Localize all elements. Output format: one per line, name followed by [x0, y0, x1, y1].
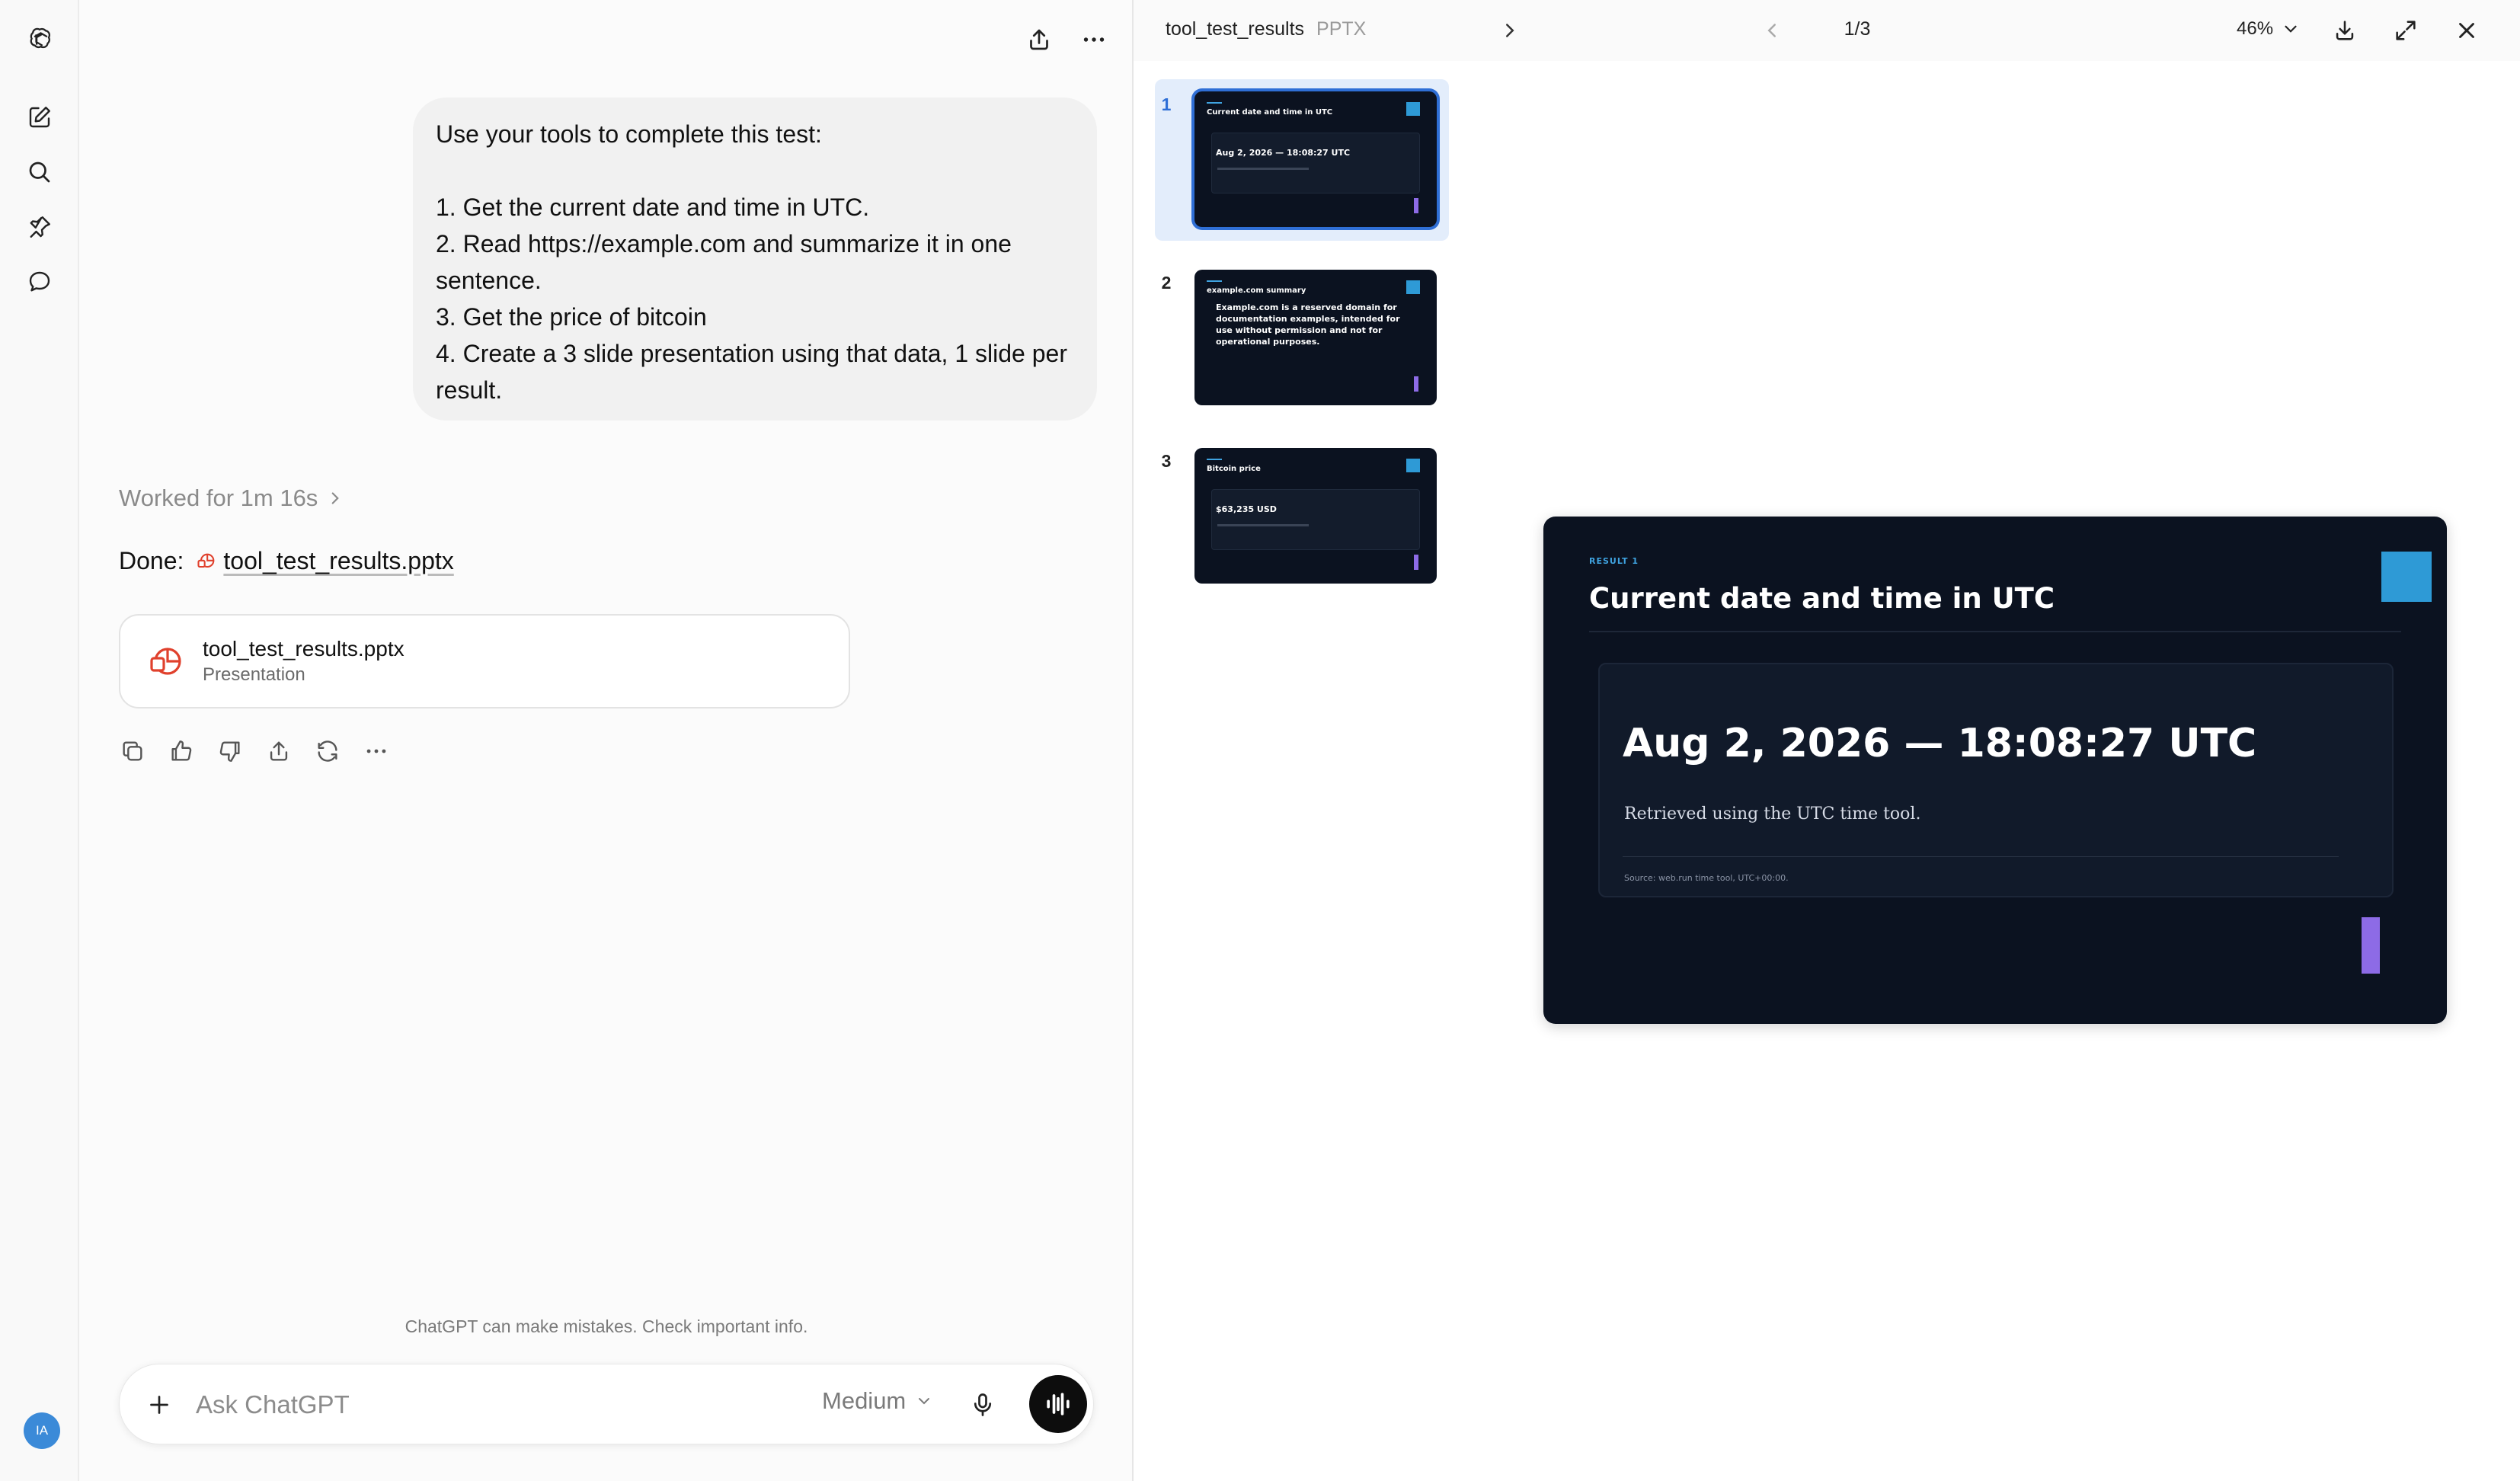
- zoom-level: 46%: [2237, 18, 2274, 39]
- slide-source: Source: web.run time tool, UTC+00:00.: [1624, 873, 1789, 883]
- regenerate-icon[interactable]: [311, 734, 344, 768]
- thumbnail-accent-bar: [1414, 555, 1418, 570]
- thumbnail-square: [1406, 280, 1420, 294]
- thumbs-up-icon[interactable]: [165, 734, 198, 768]
- slide-accent-square: [2381, 552, 2432, 602]
- pptx-file-link-text: tool_test_results.pptx: [223, 547, 454, 574]
- thumbnail-subtext: [1217, 168, 1309, 170]
- thumbnail-number: 1: [1161, 94, 1172, 114]
- thumbnail-main-text: $63,235 USD: [1216, 504, 1277, 514]
- slide-thumbnail-3[interactable]: 3 Bitcoin price $63,235 USD: [1155, 436, 1449, 597]
- chevron-down-icon: [2285, 25, 2297, 33]
- more-actions-icon[interactable]: [360, 734, 393, 768]
- pin-icon[interactable]: [18, 206, 61, 248]
- zoom-selector[interactable]: 46%: [2237, 18, 2301, 40]
- openai-logo-icon[interactable]: [18, 18, 61, 61]
- model-selector[interactable]: Medium: [822, 1387, 933, 1415]
- thumbnail-image: Bitcoin price $63,235 USD: [1194, 448, 1437, 584]
- file-card-text: tool_test_results.pptx Presentation: [203, 635, 405, 687]
- slide-card-divider: [1623, 856, 2339, 857]
- thumbnail-title: Current date and time in UTC: [1207, 108, 1333, 117]
- more-icon[interactable]: [1074, 20, 1114, 59]
- close-icon[interactable]: [2450, 14, 2483, 47]
- chevron-right-icon: [331, 492, 340, 504]
- thumbnail-accent-bar: [1414, 376, 1418, 392]
- user-message-text: Use your tools to complete this test: 1.…: [436, 120, 1067, 404]
- model-selector-label: Medium: [822, 1387, 907, 1414]
- chevron-down-icon: [919, 1398, 930, 1405]
- worked-for-toggle[interactable]: Worked for 1m 16s: [119, 485, 345, 512]
- slide-body-text: Retrieved using the UTC time tool.: [1624, 804, 1921, 824]
- worked-for-label: Worked for 1m 16s: [119, 485, 318, 511]
- preview-title: tool_test_results PPTX: [1166, 18, 1366, 40]
- thumbnail-card: [1211, 489, 1420, 550]
- thumbnail-body-text: Example.com is a reserved domain for doc…: [1216, 302, 1400, 347]
- preview-toolbar: tool_test_results PPTX 1/3 46%: [1134, 0, 2520, 61]
- preview-file-name: tool_test_results: [1166, 18, 1305, 40]
- thumbnail-kicker: [1207, 459, 1222, 460]
- next-slide-button[interactable]: [1495, 15, 1525, 46]
- copy-icon[interactable]: [116, 734, 149, 768]
- thumbs-down-icon[interactable]: [213, 734, 247, 768]
- slide-title: Current date and time in UTC: [1589, 582, 2055, 615]
- slide-thumbnail-1[interactable]: 1 Current date and time in UTC Aug 2, 20…: [1155, 79, 1449, 241]
- slide-kicker: RESULT 1: [1589, 556, 1639, 566]
- composer: Medium: [119, 1364, 1094, 1444]
- disclaimer: ChatGPT can make mistakes. Check importa…: [405, 1316, 808, 1336]
- thumbnail-title: Bitcoin price: [1207, 465, 1261, 473]
- thumbnail-card: [1211, 133, 1420, 194]
- left-rail: IA: [0, 0, 79, 1481]
- ask-input[interactable]: [196, 1384, 729, 1425]
- thumbnail-number: 3: [1161, 451, 1172, 471]
- thumbnail-image: example.com summary Example.com is a res…: [1194, 270, 1437, 405]
- chevron-right-icon: [1506, 24, 1514, 37]
- new-chat-icon[interactable]: [18, 96, 61, 139]
- thumbnail-kicker: [1207, 102, 1222, 104]
- avatar[interactable]: IA: [24, 1412, 60, 1449]
- chat-bubble-icon[interactable]: [18, 261, 61, 303]
- share-icon[interactable]: [1019, 20, 1059, 59]
- thumbnail-square: [1406, 102, 1420, 116]
- waveform-icon: [1047, 1393, 1070, 1415]
- slide-main-value: Aug 2, 2026 — 18:08:27 UTC: [1623, 721, 2257, 766]
- previous-slide-button[interactable]: [1757, 15, 1787, 46]
- slide-divider: [1589, 631, 2401, 632]
- search-icon[interactable]: [18, 151, 61, 194]
- thumbnail-number: 2: [1161, 273, 1172, 293]
- thumbnail-image: Current date and time in UTC Aug 2, 2026…: [1194, 91, 1437, 227]
- user-message-bubble: Use your tools to complete this test: 1.…: [413, 98, 1097, 421]
- thumbnail-square: [1406, 459, 1420, 472]
- thumbnail-kicker: [1207, 280, 1222, 282]
- file-card[interactable]: tool_test_results.pptx Presentation: [119, 614, 850, 709]
- pptx-file-link[interactable]: tool_test_results.pptx: [196, 547, 454, 575]
- thumbnail-title: example.com summary: [1207, 286, 1306, 295]
- thumbnail-accent-bar: [1414, 198, 1418, 213]
- expand-icon[interactable]: [2389, 14, 2422, 47]
- message-actions: [116, 734, 393, 768]
- page-indicator: 1/3: [1844, 18, 1871, 40]
- chat-panel: Use your tools to complete this test: 1.…: [79, 0, 1134, 1481]
- assistant-response: Done: tool_test_results.pptx: [119, 547, 454, 575]
- plus-icon[interactable]: [142, 1388, 176, 1422]
- share-message-icon[interactable]: [262, 734, 296, 768]
- file-card-type: Presentation: [203, 664, 305, 685]
- microphone-icon[interactable]: [965, 1387, 1000, 1422]
- slide-thumbnail-2[interactable]: 2 example.com summary Example.com is a r…: [1155, 257, 1449, 419]
- thumbnail-main-text: Aug 2, 2026 — 18:08:27 UTC: [1216, 148, 1351, 158]
- presentation-file-icon: [150, 648, 181, 675]
- chevron-left-icon: [1767, 24, 1776, 37]
- file-card-name: tool_test_results.pptx: [203, 637, 405, 661]
- pptx-file-icon: [197, 553, 215, 568]
- slide-card: [1598, 663, 2394, 897]
- done-label: Done:: [119, 547, 184, 574]
- preview-file-ext: PPTX: [1316, 18, 1367, 40]
- voice-mode-button[interactable]: [1029, 1375, 1087, 1433]
- download-icon[interactable]: [2328, 14, 2362, 47]
- slide-accent-bar: [2362, 917, 2380, 974]
- thumbnail-subtext: [1217, 524, 1309, 526]
- slide-canvas: RESULT 1 Current date and time in UTC Au…: [1543, 517, 2447, 1024]
